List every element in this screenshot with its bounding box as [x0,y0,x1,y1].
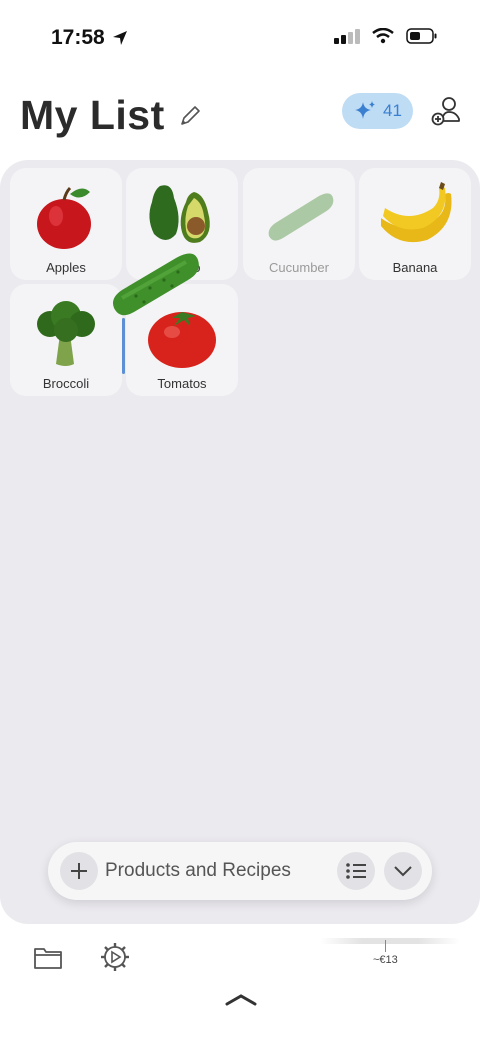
total-price-label: ~€13 [373,954,398,966]
pencil-icon[interactable] [178,104,202,128]
item-tile-cucumber[interactable]: Cucumber [243,168,355,280]
item-label: Tomatos [157,376,207,391]
plus-icon [71,863,87,879]
item-label: Broccoli [42,376,90,391]
chevron-up-icon[interactable] [225,992,257,1006]
item-label: Cucumber [269,260,329,275]
status-bar: 17:58 [0,0,480,78]
status-time: 17:58 [51,26,129,50]
price-slider-track[interactable] [320,938,460,944]
banana-icon [381,182,452,243]
location-arrow-icon [112,31,127,45]
list-view-button[interactable] [337,852,375,890]
add-person-icon[interactable] [430,95,462,127]
add-button[interactable] [60,852,98,890]
drop-indicator [122,318,125,374]
page-title: My List [20,92,165,138]
wifi-icon [372,28,394,44]
dragged-cucumber-icon[interactable] [106,242,206,324]
folder-icon[interactable] [33,942,63,972]
sparkle-icon [355,101,376,119]
item-label: Banana [392,260,438,275]
shopping-list-board[interactable]: Apples do Cucumber Banana [0,160,480,924]
ai-credits-count: 41 [383,101,402,120]
add-items-bar[interactable]: Products and Recipes [48,842,432,900]
apple-icon [37,186,91,249]
settings-icon[interactable] [100,942,130,972]
cellular-signal-icon [334,28,360,44]
collapse-button[interactable] [384,852,422,890]
list-icon [346,863,366,879]
item-tile-banana[interactable]: Banana [359,168,471,280]
products-search-input[interactable]: Products and Recipes [105,860,291,882]
chevron-down-icon [394,866,412,877]
broccoli-icon [37,301,95,366]
ai-credits-button[interactable]: 41 [342,93,413,129]
battery-icon [406,28,437,44]
price-slider-marker[interactable] [385,940,386,952]
time-text: 17:58 [51,26,105,49]
cucumber-icon [268,193,334,241]
status-icons [334,28,438,44]
